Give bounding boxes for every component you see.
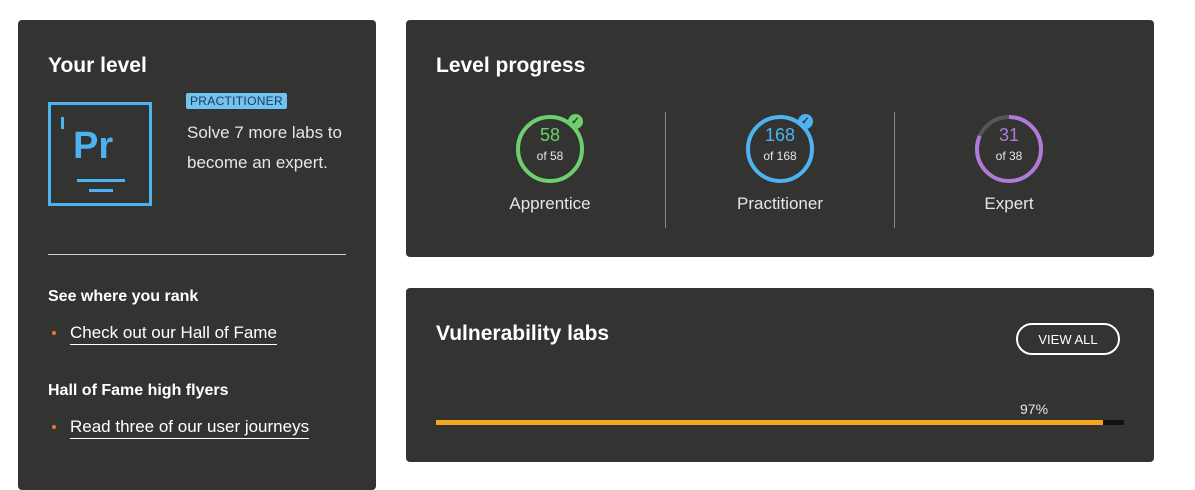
hall-of-fame-link[interactable]: Check out our Hall of Fame xyxy=(70,323,277,345)
vulnerability-labs-card: Vulnerability labs VIEW ALL 97% xyxy=(406,288,1154,462)
user-journeys-list-item: Read three of our user journeys xyxy=(52,417,310,439)
view-all-button[interactable]: VIEW ALL xyxy=(1016,323,1120,355)
level-name: Practitioner xyxy=(737,194,823,213)
total-count: of 168 xyxy=(763,149,797,163)
progress-percent-label: 97% xyxy=(1020,401,1049,417)
practitioner-level-icon: Pr xyxy=(48,102,152,206)
level-progress-title: Level progress xyxy=(436,54,586,77)
total-count: of 38 xyxy=(995,149,1023,163)
your-level-card: Your level Pr PRACTITIONER Solve 7 more … xyxy=(18,20,376,490)
progress-ring: 31 of 38 xyxy=(972,112,1046,186)
hall-of-fame-list-item: Check out our Hall of Fame xyxy=(52,323,277,345)
your-level-title: Your level xyxy=(48,54,147,77)
high-flyers-section-title: Hall of Fame high flyers xyxy=(48,382,229,399)
level-name: Expert xyxy=(984,194,1034,213)
level-badge: PRACTITIONER xyxy=(186,93,287,109)
solved-count: 31 xyxy=(998,125,1020,145)
progress-bar-track xyxy=(436,420,1124,425)
vulnerability-labs-title: Vulnerability labs xyxy=(436,322,610,345)
progress-ring: 168 of 168 ✓ xyxy=(743,112,817,186)
section-divider xyxy=(48,254,346,255)
level-progress-card: Level progress 58 of 58 ✓ Apprentice 168… xyxy=(406,20,1154,257)
total-count: of 58 xyxy=(536,149,564,163)
check-icon: ✓ xyxy=(568,114,583,129)
level-abbr: Pr xyxy=(73,125,114,167)
level-expert: 31 of 38 Expert xyxy=(894,112,1124,228)
check-icon: ✓ xyxy=(798,114,813,129)
rank-section-title: See where you rank xyxy=(48,288,199,305)
bullet-dot xyxy=(52,425,56,429)
progress-bar-fill xyxy=(436,420,1104,425)
level-apprentice: 58 of 58 ✓ Apprentice xyxy=(435,112,665,228)
icon-underline-long xyxy=(77,179,125,182)
icon-tick-mark xyxy=(61,117,64,129)
progress-ring: 58 of 58 ✓ xyxy=(513,112,587,186)
level-name: Apprentice xyxy=(509,194,591,213)
icon-underline-short xyxy=(89,189,113,192)
bullet-dot xyxy=(52,331,56,335)
level-practitioner: 168 of 168 ✓ Practitioner xyxy=(665,112,895,228)
level-message: Solve 7 more labs to become an expert. xyxy=(187,123,342,172)
user-journeys-link[interactable]: Read three of our user journeys xyxy=(70,417,310,439)
